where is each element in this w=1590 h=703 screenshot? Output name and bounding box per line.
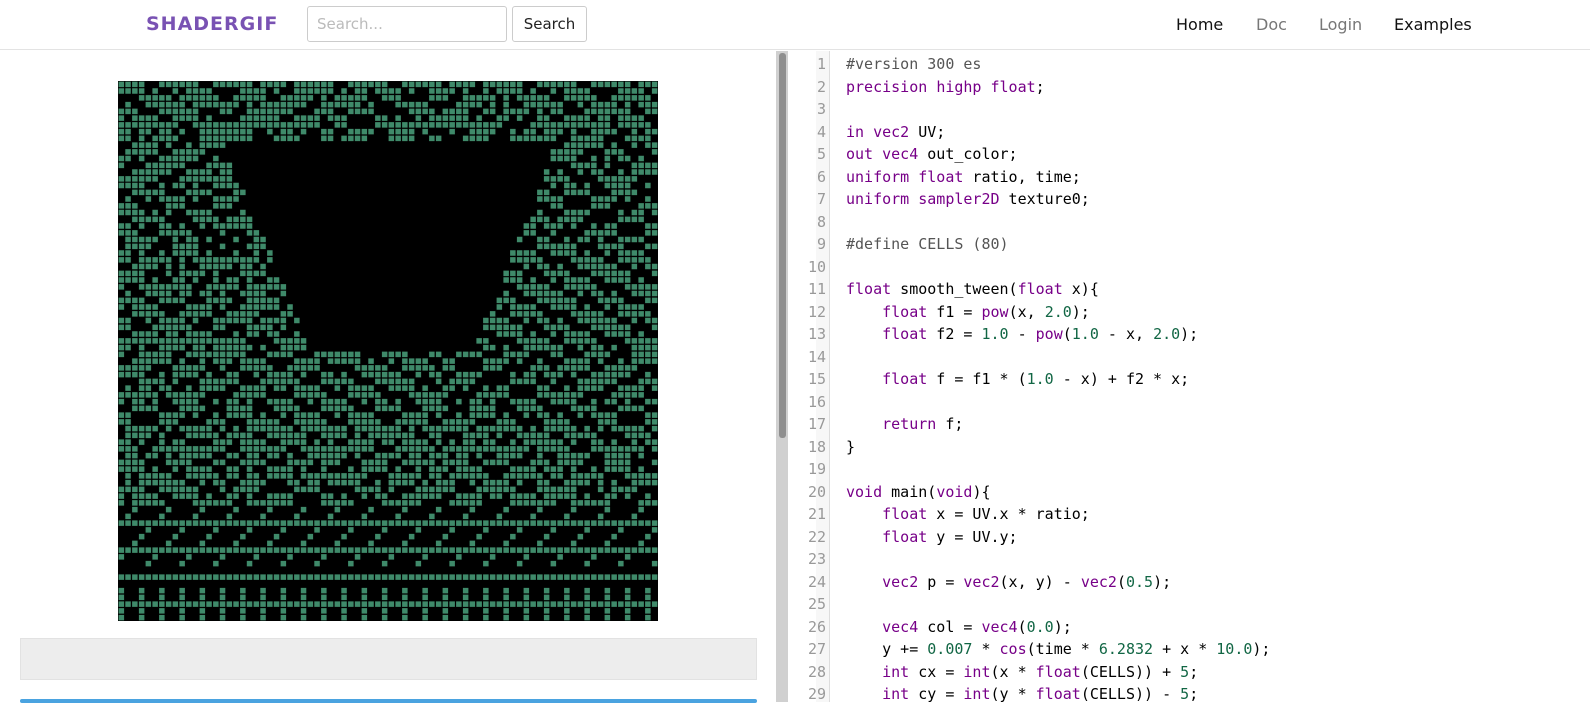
line-number: 1 bbox=[816, 55, 826, 73]
shader-cell-grid bbox=[118, 81, 658, 621]
line-text[interactable]: int cx = int(x * float(CELLS)) + 5; bbox=[846, 661, 1198, 684]
line-text[interactable]: float f = f1 * (1.0 - x) + f2 * x; bbox=[846, 368, 1189, 391]
line-number: 28 bbox=[807, 662, 826, 681]
line-number: 18 bbox=[807, 437, 826, 456]
search-button[interactable]: Search bbox=[512, 6, 587, 42]
code-editor[interactable]: 1 #version 300 es 2 precision highp float; 3… bbox=[788, 51, 1590, 702]
line-text[interactable]: #define CELLS (80) bbox=[846, 233, 1009, 256]
line-text[interactable]: float f2 = 1.0 - pow(1.0 - x, 2.0); bbox=[846, 323, 1198, 346]
line-number: 21 bbox=[807, 505, 826, 523]
output-panel bbox=[20, 638, 757, 680]
line-number: 17 bbox=[807, 415, 826, 433]
line-text[interactable]: vec4 col = vec4(0.0); bbox=[846, 616, 1072, 639]
line-text[interactable]: return f; bbox=[846, 413, 963, 436]
shader-preview-canvas bbox=[118, 81, 658, 621]
line-number: 7 bbox=[816, 190, 826, 208]
line-number: 12 bbox=[807, 302, 826, 321]
line-number: 9 bbox=[816, 235, 826, 253]
line-text[interactable]: void main(void){ bbox=[846, 481, 991, 504]
line-text[interactable]: float f1 = pow(x, 2.0); bbox=[846, 301, 1090, 324]
line-text[interactable]: float smooth_tween(float x){ bbox=[846, 278, 1099, 301]
nav-login-link[interactable]: Login bbox=[1319, 15, 1362, 34]
line-number: 3 bbox=[816, 100, 826, 118]
line-number: 20 bbox=[807, 482, 826, 501]
line-text[interactable]: y += 0.007 * cos(time * 6.2832 + x * 10.… bbox=[846, 638, 1270, 661]
line-number: 25 bbox=[807, 595, 826, 613]
search-input[interactable] bbox=[307, 6, 507, 42]
preview-pane bbox=[0, 51, 776, 703]
line-number: 22 bbox=[807, 527, 826, 546]
scrollbar-thumb[interactable] bbox=[779, 53, 786, 438]
line-number: 5 bbox=[816, 145, 826, 163]
nav-examples-link[interactable]: Examples bbox=[1394, 15, 1472, 34]
line-text[interactable]: int cy = int(y * float(CELLS)) - 5; bbox=[846, 683, 1198, 702]
navbar: SHADERGIF Search Home Doc Login Examples bbox=[0, 0, 1590, 50]
line-number: 6 bbox=[816, 167, 826, 186]
line-number: 13 bbox=[807, 325, 826, 343]
line-text[interactable]: #version 300 es bbox=[846, 53, 981, 76]
line-number: 27 bbox=[807, 640, 826, 658]
line-text[interactable]: out vec4 out_color; bbox=[846, 143, 1018, 166]
line-number: 15 bbox=[807, 370, 826, 388]
line-text[interactable]: vec2 p = vec2(x, y) - vec2(0.5); bbox=[846, 571, 1171, 594]
line-text[interactable]: precision highp float; bbox=[846, 76, 1045, 99]
pane-splitter-scrollbar[interactable] bbox=[776, 51, 788, 702]
line-text[interactable]: float y = UV.y; bbox=[846, 526, 1017, 549]
line-number: 19 bbox=[807, 460, 826, 478]
line-text[interactable]: in vec2 UV; bbox=[846, 121, 945, 144]
line-number: 29 bbox=[807, 685, 826, 702]
line-number: 4 bbox=[816, 122, 826, 141]
nav-doc-link[interactable]: Doc bbox=[1256, 15, 1287, 34]
line-number: 23 bbox=[807, 550, 826, 568]
line-text[interactable]: float x = UV.x * ratio; bbox=[846, 503, 1090, 526]
line-number: 10 bbox=[807, 257, 826, 276]
line-number: 14 bbox=[807, 347, 826, 366]
line-number: 16 bbox=[807, 392, 826, 411]
line-text[interactable]: } bbox=[846, 436, 855, 459]
shader-cells bbox=[118, 81, 658, 621]
line-text[interactable]: uniform sampler2D texture0; bbox=[846, 188, 1090, 211]
line-number: 26 bbox=[807, 617, 826, 636]
line-text[interactable]: uniform float ratio, time; bbox=[846, 166, 1081, 189]
line-number: 24 bbox=[807, 572, 826, 591]
line-number: 2 bbox=[816, 77, 826, 96]
progress-bar bbox=[20, 699, 757, 703]
nav-home-link[interactable]: Home bbox=[1176, 15, 1223, 34]
line-number: 11 bbox=[807, 280, 826, 298]
line-number: 8 bbox=[816, 212, 826, 231]
brand-logo[interactable]: SHADERGIF bbox=[146, 13, 278, 35]
